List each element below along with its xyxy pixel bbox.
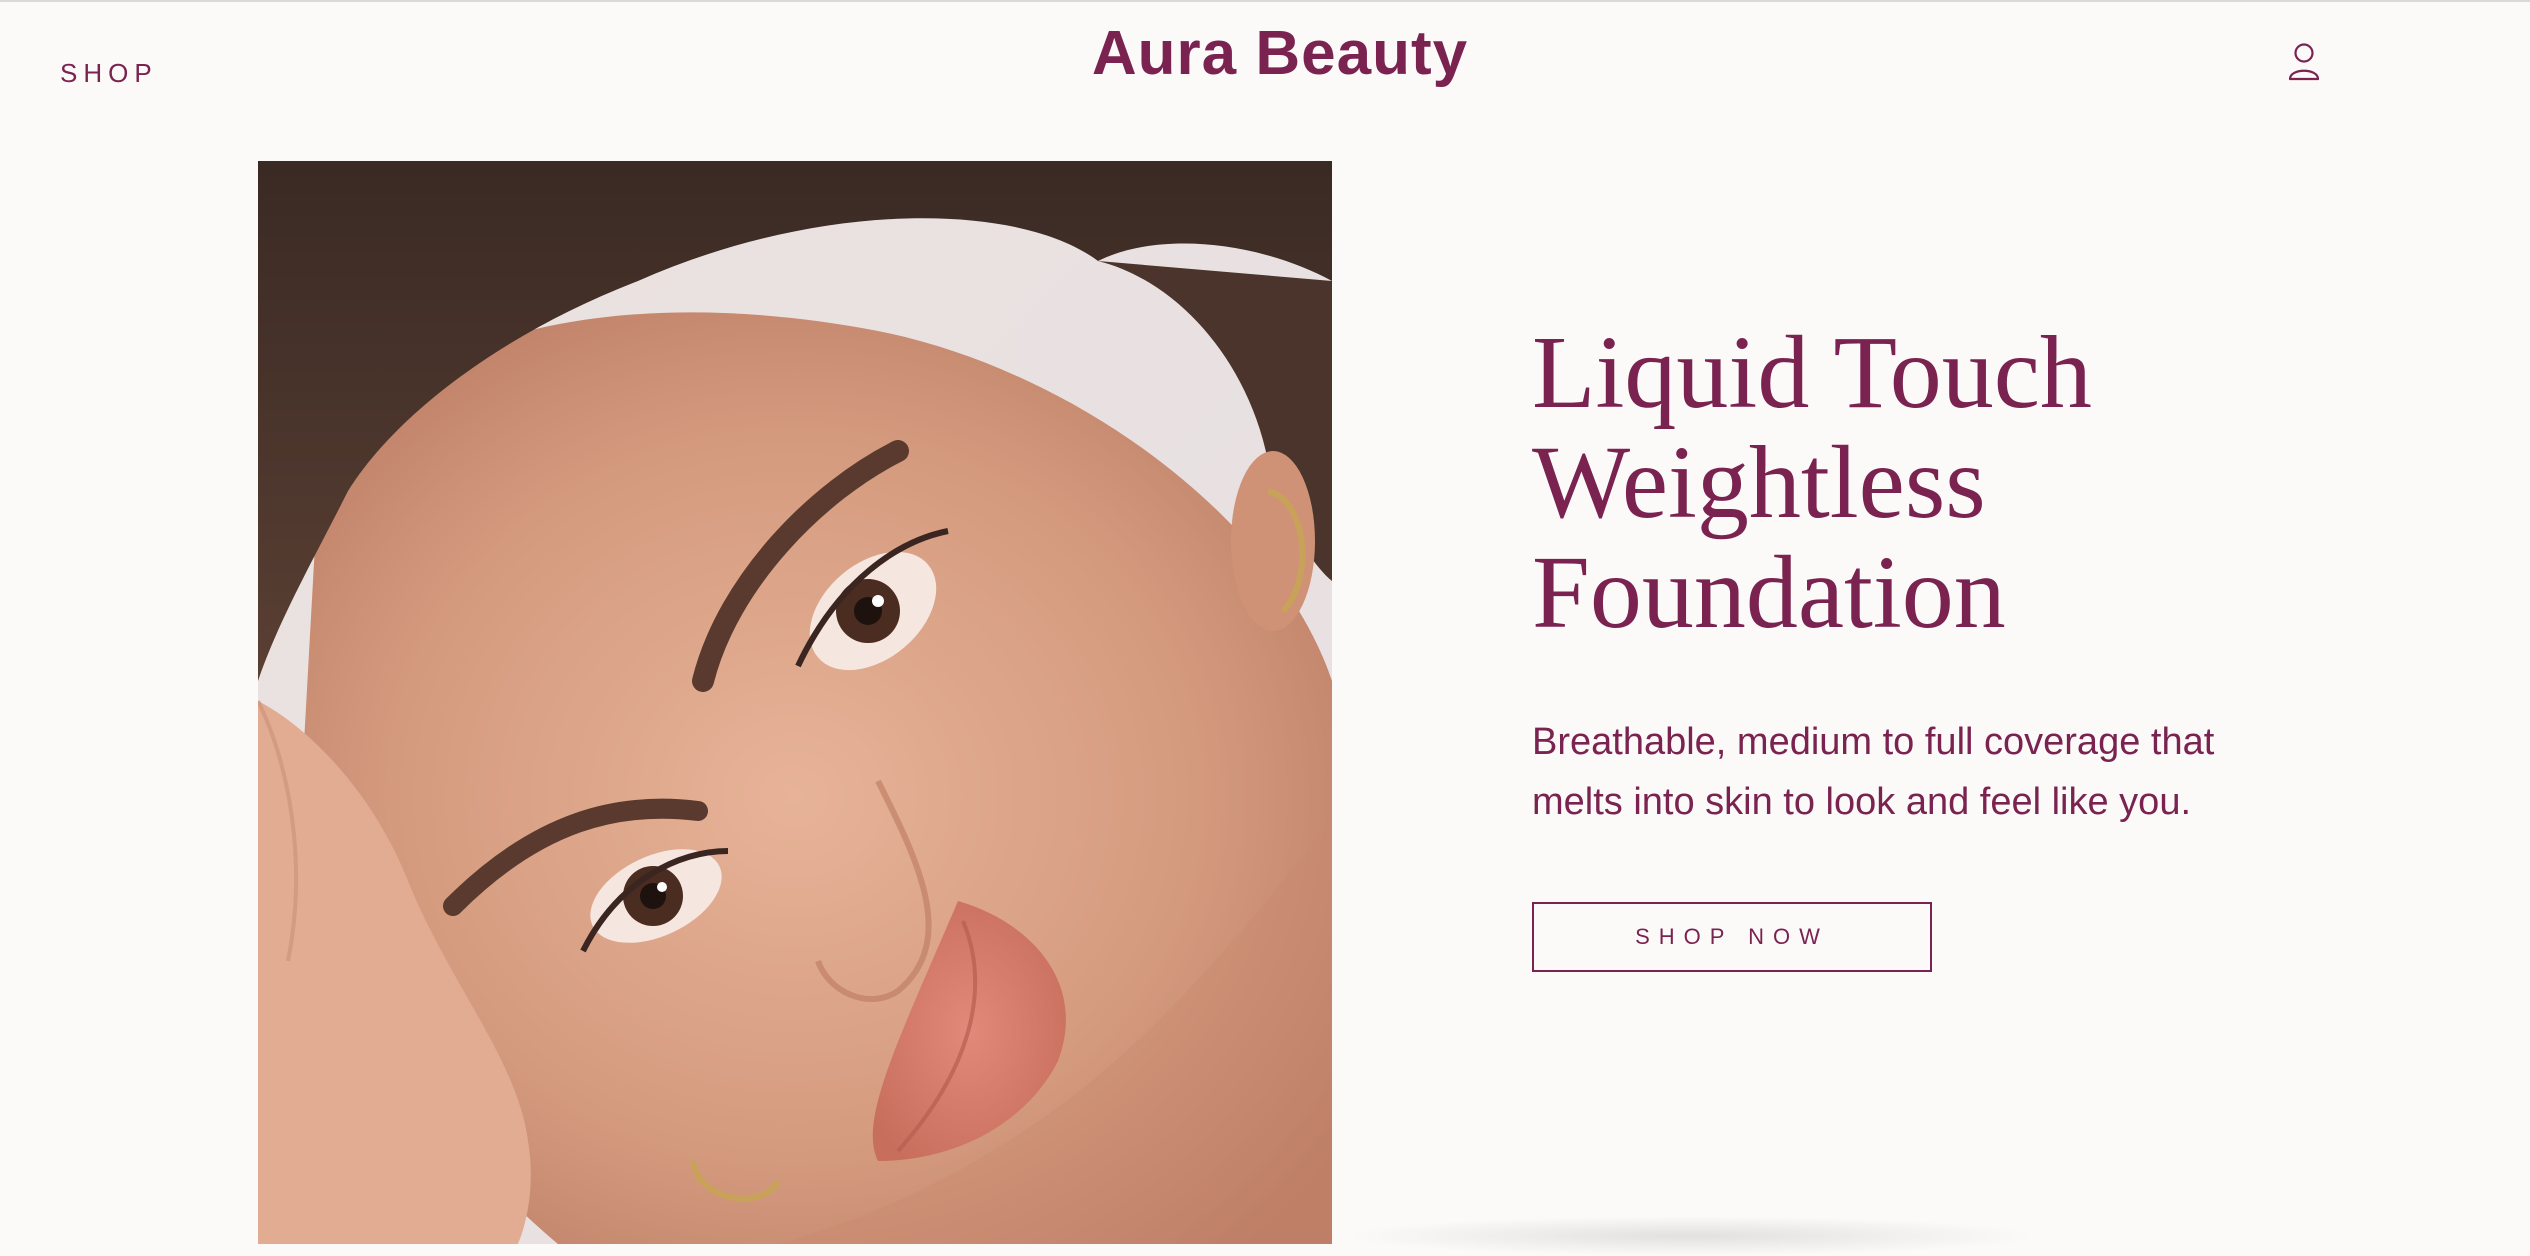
brand-logo[interactable]: Aura Beauty [0,18,2530,89]
hero-description: Breathable, medium to full coverage that… [1532,721,2215,823]
shop-now-button[interactable]: SHOP NOW [1532,902,1932,972]
hero-title-line: Foundation [1532,535,2006,650]
site-header: SHOP Aura Beauty [0,0,2530,140]
hero-copy: Liquid Touch Weightless Foundation Breat… [1532,318,2352,972]
user-icon[interactable] [2284,40,2324,84]
hero-model-image [258,161,1332,1244]
decorative-shadow [1340,1216,2040,1256]
hero-title: Liquid Touch Weightless Foundation [1532,318,2352,648]
hero-title-line: Liquid Touch [1532,315,2092,430]
hero-title-line: Weightless [1532,425,1986,540]
